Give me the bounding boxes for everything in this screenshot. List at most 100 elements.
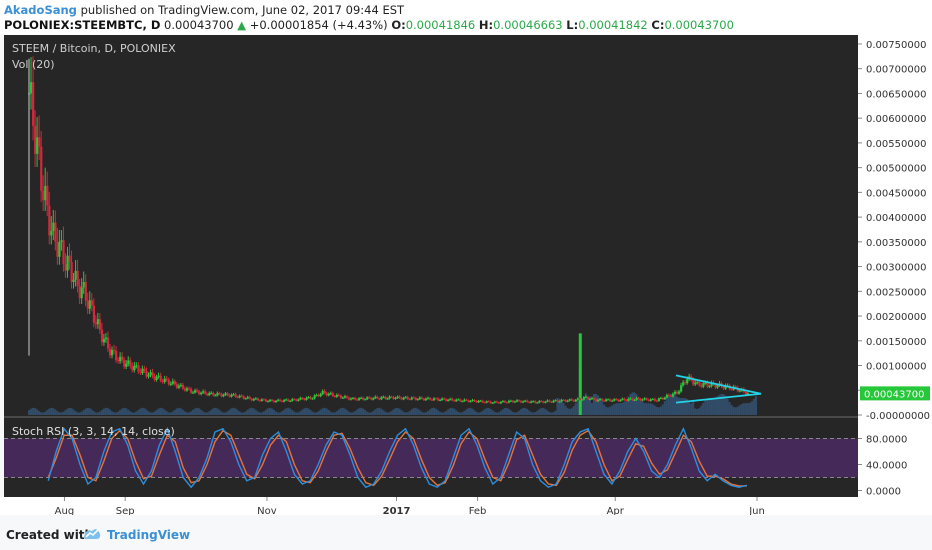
volume-bar: [420, 411, 423, 415]
volume-bar: [570, 408, 573, 415]
candle-body: [471, 399, 474, 402]
candle-body: [246, 397, 249, 399]
time-axis-label: Jun: [748, 506, 765, 515]
candle-body: [564, 400, 567, 402]
volume-bar: [712, 398, 715, 415]
volume-bar: [32, 407, 35, 415]
candle-body: [665, 394, 669, 398]
candle-body: [147, 375, 150, 377]
price-chart-svg[interactable]: 0.00750000 0.00700000 0.00650000 0.00600000…: [0, 35, 932, 517]
volume-bar: [66, 408, 69, 415]
candle-body: [433, 398, 436, 401]
candle-body: [46, 185, 49, 206]
candle-body: [175, 384, 179, 388]
candle-body: [319, 394, 322, 397]
candle-body: [364, 399, 367, 401]
candle-body: [115, 350, 118, 361]
author-link[interactable]: AkadoSang: [4, 3, 77, 17]
volume-bar: [698, 407, 701, 415]
volume-bar: [88, 408, 91, 415]
candle-body: [141, 368, 144, 373]
candle-body: [704, 382, 707, 384]
volume-bar: [404, 412, 407, 415]
candle-body: [572, 400, 575, 402]
candle-body: [315, 394, 318, 396]
volume-bar: [58, 412, 61, 415]
candle-body: [224, 393, 227, 396]
volume-bar: [185, 412, 188, 415]
candle-body: [42, 190, 45, 201]
chart-area[interactable]: 0.00750000 0.00700000 0.00650000 0.00600000…: [0, 35, 932, 517]
volume-bar: [44, 411, 47, 415]
volume-bar: [449, 408, 452, 415]
candle-body: [661, 398, 665, 400]
candle-body: [416, 399, 419, 401]
volume-label: Vol (20): [12, 58, 55, 71]
volume-bar: [96, 412, 99, 415]
candle-body: [514, 401, 517, 403]
volume-bar: [183, 411, 186, 415]
candle-body: [590, 397, 594, 400]
volume-bar: [143, 408, 146, 415]
volume-bar: [439, 411, 442, 415]
candle-body: [216, 393, 219, 396]
volume-bar: [171, 411, 174, 415]
volume-bar: [424, 412, 427, 415]
volume-bar: [376, 408, 379, 415]
volume-bar: [467, 408, 470, 415]
candle-body: [586, 396, 590, 400]
candle-body: [388, 396, 391, 399]
candle-body: [303, 399, 306, 401]
volume-bar: [281, 411, 284, 415]
tradingview-brand[interactable]: TradingView: [107, 528, 190, 542]
volume-bar: [52, 408, 55, 415]
candle-body: [291, 399, 294, 401]
price-axis-label: 0.00100000: [866, 362, 926, 373]
candle-body: [532, 401, 535, 403]
volume-bar: [56, 411, 59, 415]
volume-bar: [754, 396, 757, 415]
candle-body: [653, 398, 656, 401]
candle-body: [629, 398, 632, 400]
candle-body: [204, 391, 207, 394]
volume-bar: [279, 412, 282, 415]
last-price: 0.00043700: [164, 18, 234, 32]
candle-body: [578, 398, 581, 400]
volume-bar: [412, 408, 415, 415]
volume-bar: [141, 407, 144, 415]
volume-bar: [483, 409, 486, 415]
tradingview-logo-icon: [83, 529, 101, 539]
created-with-text: Created with: [6, 528, 94, 542]
volume-bar: [511, 411, 514, 415]
volume-bar: [649, 403, 652, 415]
candle-body: [544, 401, 547, 403]
candle-body: [109, 348, 112, 356]
candle-body: [396, 396, 399, 399]
candle-body: [621, 398, 624, 400]
volume-bar: [190, 411, 192, 415]
candle-body: [684, 382, 687, 384]
candle-body: [62, 240, 65, 265]
volume-bar: [115, 412, 118, 415]
candle-body: [106, 337, 110, 349]
volume-bar: [343, 408, 346, 415]
candle-body: [92, 305, 95, 323]
volume-bar: [151, 412, 154, 415]
volume-bar: [214, 407, 217, 415]
volume-bar: [518, 410, 521, 415]
candle-body: [354, 397, 357, 400]
volume-bar: [605, 406, 608, 415]
candle-body: [277, 399, 280, 401]
volume-bar: [615, 403, 618, 415]
volume-bar: [704, 400, 707, 415]
volume-bar: [457, 411, 460, 415]
volume-bar: [501, 409, 504, 415]
candle-body: [281, 401, 284, 403]
candle-body: [465, 399, 468, 401]
volume-bar: [560, 400, 563, 415]
volume-bar: [173, 409, 176, 415]
candle-body: [145, 370, 148, 377]
candle-body: [254, 398, 257, 400]
volume-bar: [631, 392, 634, 415]
candle-body: [198, 391, 201, 395]
